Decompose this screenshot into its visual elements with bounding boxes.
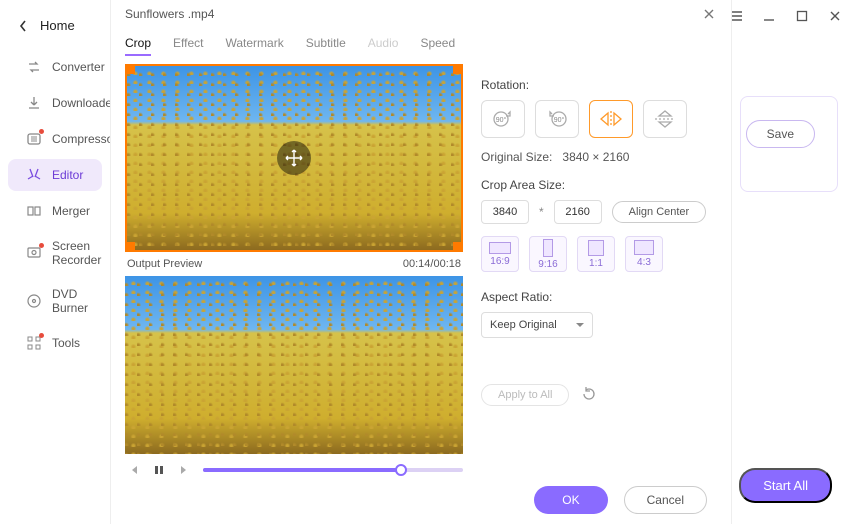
- editor-icon: [26, 167, 42, 183]
- converter-icon: [26, 59, 42, 75]
- output-frame-image: [125, 276, 463, 454]
- crop-preview[interactable]: [125, 64, 463, 252]
- svg-text:90°: 90°: [554, 116, 565, 124]
- crop-handle-tr[interactable]: [453, 64, 463, 74]
- tab-crop[interactable]: Crop: [125, 36, 151, 56]
- nav-label: Converter: [52, 60, 105, 74]
- nav-editor[interactable]: Editor: [8, 159, 102, 191]
- nav-label: Screen Recorder: [52, 239, 101, 267]
- dvd-burner-icon: [26, 293, 42, 309]
- rotate-ccw-button[interactable]: 90°: [535, 100, 579, 138]
- crop-width-input[interactable]: [481, 200, 529, 224]
- seek-track[interactable]: [203, 468, 463, 472]
- tab-effect[interactable]: Effect: [173, 36, 203, 56]
- merger-icon: [26, 203, 42, 219]
- close-icon[interactable]: [701, 6, 717, 22]
- bg-start-all-button[interactable]: Start All: [739, 468, 832, 503]
- crop-handle-tl[interactable]: [125, 64, 135, 74]
- apply-to-all-button[interactable]: Apply to All: [481, 384, 569, 406]
- nav-tools[interactable]: Tools: [8, 327, 102, 359]
- nav-compressor[interactable]: Compressor: [8, 123, 102, 155]
- compressor-icon: [26, 131, 42, 147]
- nav-label: Compressor: [52, 132, 117, 146]
- flip-horizontal-button[interactable]: [589, 100, 633, 138]
- timecode: 00:14/00:18: [403, 258, 461, 270]
- maximize-icon[interactable]: [794, 8, 809, 23]
- output-preview-label: Output Preview: [127, 258, 202, 270]
- playback-controls: [125, 462, 463, 478]
- ratio-label: 4:3: [637, 257, 651, 268]
- nav-label: Downloader: [52, 96, 116, 110]
- aspect-ratio-select[interactable]: Keep Original: [481, 312, 593, 338]
- nav-dvd-burner[interactable]: DVD Burner: [8, 279, 102, 323]
- tab-speed[interactable]: Speed: [420, 36, 455, 56]
- prev-frame-icon[interactable]: [125, 462, 141, 478]
- ratio-label: 16:9: [490, 256, 509, 267]
- aspect-ratio-label: Aspect Ratio:: [481, 290, 717, 304]
- ratio-label: 9:16: [538, 259, 557, 270]
- sidebar: Home Converter Downloader Compressor: [0, 0, 110, 524]
- screen-recorder-icon: [26, 245, 42, 261]
- back-icon: [18, 19, 28, 33]
- seek-fill: [203, 468, 401, 472]
- aspect-ratio-value: Keep Original: [490, 319, 557, 331]
- rotate-cw-button[interactable]: 90°: [481, 100, 525, 138]
- editor-panel: Sunflowers .mp4 Crop Effect Watermark Su…: [110, 0, 732, 524]
- next-frame-icon[interactable]: [177, 462, 193, 478]
- dialog-footer: OK Cancel: [534, 486, 707, 514]
- ratio-9-16-button[interactable]: 9:16: [529, 236, 567, 272]
- crop-height-input[interactable]: [554, 200, 602, 224]
- cancel-button[interactable]: Cancel: [624, 486, 707, 514]
- nav-converter[interactable]: Converter: [8, 51, 102, 83]
- svg-text:90°: 90°: [496, 116, 507, 124]
- window-close-icon[interactable]: [827, 8, 842, 23]
- seek-thumb[interactable]: [395, 464, 407, 476]
- window-controls: [728, 8, 842, 23]
- controls-column: Rotation: 90° 90° Original Size: 3840 × …: [481, 64, 717, 454]
- pause-icon[interactable]: [151, 462, 167, 478]
- times-symbol: *: [539, 205, 544, 219]
- move-icon[interactable]: [277, 141, 311, 175]
- original-size-label: Original Size:: [481, 150, 552, 164]
- output-preview: [125, 276, 463, 454]
- tab-watermark[interactable]: Watermark: [225, 36, 283, 56]
- ratio-label: 1:1: [589, 258, 603, 269]
- align-center-button[interactable]: Align Center: [612, 201, 707, 223]
- home-label: Home: [40, 18, 75, 33]
- crop-handle-br[interactable]: [453, 242, 463, 252]
- downloader-icon: [26, 95, 42, 111]
- bg-save-button[interactable]: Save: [746, 120, 815, 148]
- file-title: Sunflowers .mp4: [125, 7, 214, 21]
- ratio-4-3-button[interactable]: 4:3: [625, 236, 663, 272]
- editor-tabs: Crop Effect Watermark Subtitle Audio Spe…: [111, 22, 731, 64]
- tab-audio[interactable]: Audio: [368, 36, 399, 56]
- home-back[interactable]: Home: [0, 8, 110, 49]
- ok-button[interactable]: OK: [534, 486, 607, 514]
- crop-handle-bl[interactable]: [125, 242, 135, 252]
- ratio-16-9-button[interactable]: 16:9: [481, 236, 519, 272]
- crop-area-label: Crop Area Size:: [481, 178, 717, 192]
- nav-downloader[interactable]: Downloader: [8, 87, 102, 119]
- rotation-label: Rotation:: [481, 78, 717, 92]
- nav-label: Merger: [52, 204, 90, 218]
- preview-column: Output Preview 00:14/00:18: [125, 64, 463, 454]
- nav: Converter Downloader Compressor Editor: [0, 49, 110, 361]
- nav-screen-recorder[interactable]: Screen Recorder: [8, 231, 102, 275]
- ratio-1-1-button[interactable]: 1:1: [577, 236, 615, 272]
- nav-label: DVD Burner: [52, 287, 90, 315]
- reset-icon[interactable]: [581, 386, 599, 404]
- minimize-icon[interactable]: [761, 8, 776, 23]
- nav-merger[interactable]: Merger: [8, 195, 102, 227]
- tools-icon: [26, 335, 42, 351]
- nav-label: Tools: [52, 336, 80, 350]
- flip-vertical-button[interactable]: [643, 100, 687, 138]
- nav-label: Editor: [52, 168, 83, 182]
- original-size-value: 3840 × 2160: [562, 150, 629, 164]
- tab-subtitle[interactable]: Subtitle: [306, 36, 346, 56]
